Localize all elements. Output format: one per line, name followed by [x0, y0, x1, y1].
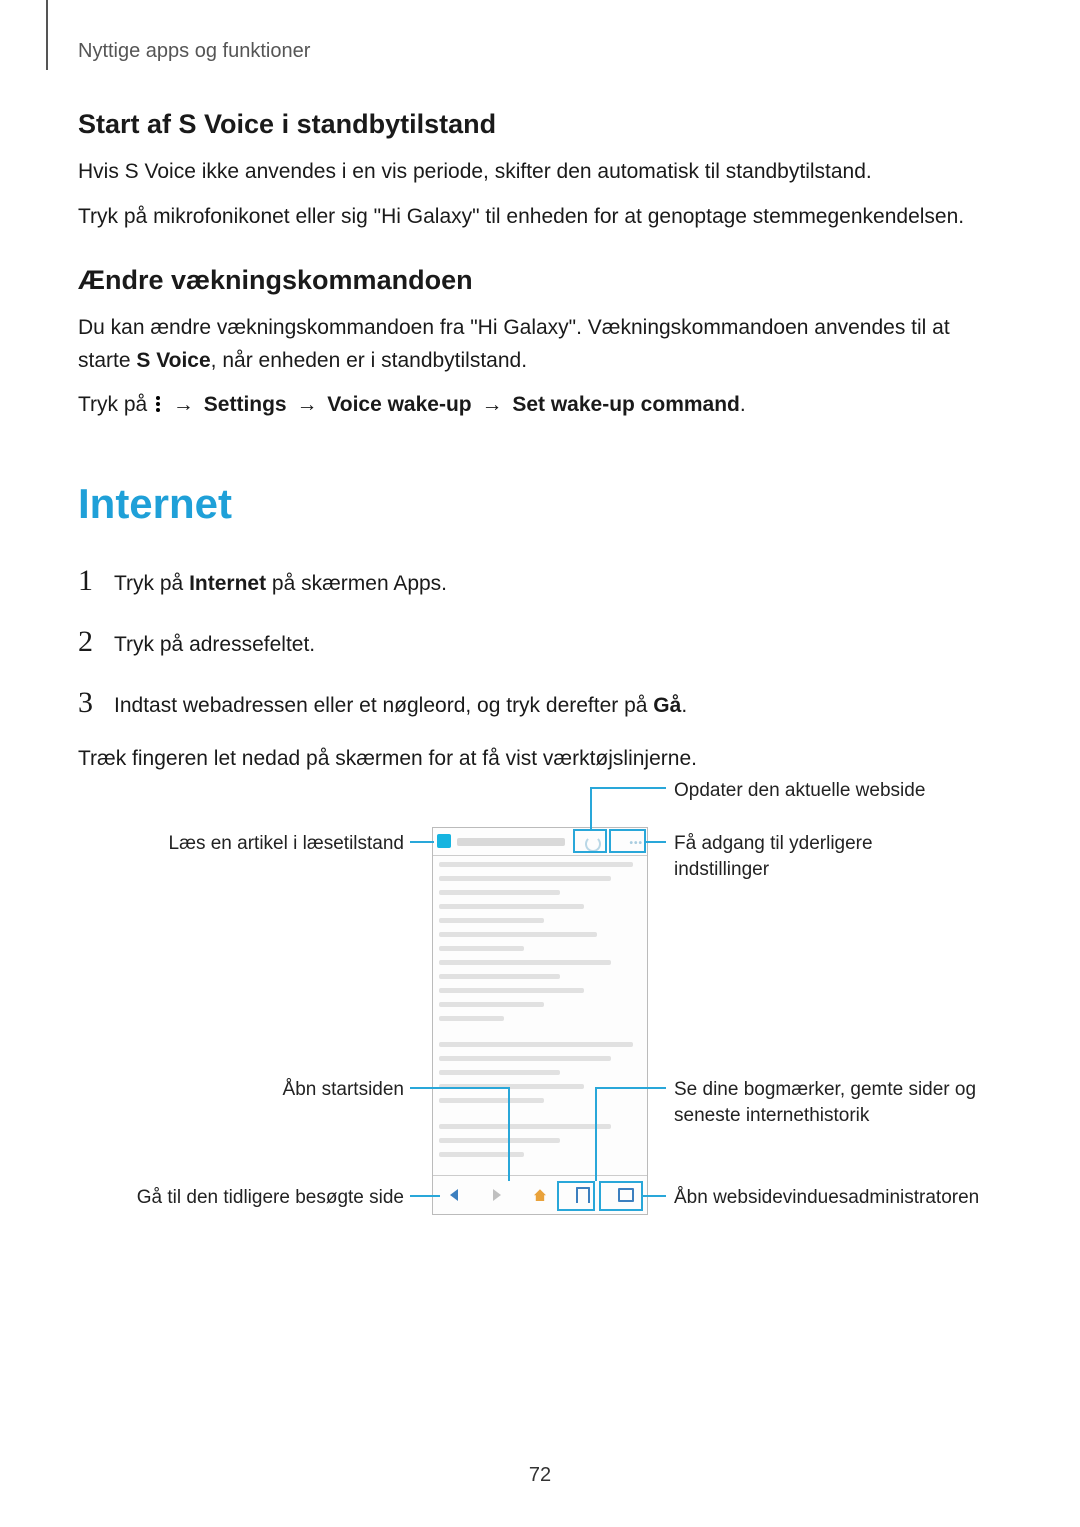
wake-tap-prefix: Tryk på — [78, 393, 153, 416]
step-3-pre: Indtast webadressen eller et nøgleord, o… — [114, 694, 653, 717]
wake-tap-line: Tryk på → Settings → Voice wake-up → Set… — [78, 389, 1002, 424]
nav-back-icon[interactable] — [446, 1187, 462, 1203]
arrow-3: → — [477, 393, 506, 416]
wake-p1-b: , når enheden er i standbytilstand. — [211, 349, 527, 372]
heading-internet: Internet — [78, 480, 1002, 528]
lead-reader-h — [410, 841, 434, 843]
lead-refresh-v — [590, 787, 592, 829]
step-3-bold: Gå — [653, 694, 681, 717]
margin-rule — [46, 0, 48, 70]
heading-wake: Ændre vækningskommandoen — [78, 265, 1002, 296]
arrow-1: → — [169, 393, 198, 416]
browser-figure: ••• — [78, 787, 1008, 1267]
step-2-num: 2 — [78, 619, 94, 664]
cap-bookmarks: Se dine bogmærker, gemte sider og senest… — [674, 1077, 994, 1128]
step-1-post: på skærmen Apps. — [266, 572, 447, 595]
reader-mode-icon[interactable] — [437, 834, 451, 848]
step-3: 3 Indtast webadressen eller et nøgleord,… — [78, 680, 1002, 725]
lead-more-h — [646, 841, 666, 843]
address-text-blur — [457, 838, 565, 846]
lead-back-h — [410, 1195, 440, 1197]
page-content-blur — [439, 862, 641, 1166]
standby-p2: Tryk på mikrofonikonet eller sig "Hi Gal… — [78, 201, 1002, 234]
wake-settings: Settings — [204, 393, 287, 416]
step-1-num: 1 — [78, 558, 94, 603]
browser-mock: ••• — [432, 827, 648, 1215]
step-1-pre: Tryk på — [114, 572, 189, 595]
wake-p1: Du kan ændre vækningskommandoen fra "Hi … — [78, 312, 1002, 377]
wake-p1-bold: S Voice — [136, 349, 210, 372]
heading-standby: Start af S Voice i standbytilstand — [78, 109, 1002, 140]
step-1: 1 Tryk på Internet på skærmen Apps. — [78, 558, 1002, 603]
cap-more: Få adgang til yderligere indstillinger — [674, 831, 934, 882]
standby-p1: Hvis S Voice ikke anvendes i en vis peri… — [78, 156, 1002, 189]
breadcrumb: Nyttige apps og funktioner — [78, 40, 1002, 63]
hi-more — [609, 829, 646, 853]
lead-book-v — [595, 1087, 597, 1181]
hi-refresh — [573, 829, 607, 853]
internet-steps: 1 Tryk på Internet på skærmen Apps. 2 Tr… — [78, 558, 1002, 725]
lead-home-h1 — [410, 1087, 434, 1089]
arrow-2: → — [292, 393, 321, 416]
wake-period: . — [740, 393, 746, 416]
internet-tip: Træk fingeren let nedad på skærmen for a… — [78, 743, 1002, 776]
step-3-post: . — [681, 694, 687, 717]
step-2-pre: Tryk på adressefeltet. — [114, 629, 315, 661]
nav-home-icon[interactable] — [532, 1187, 548, 1203]
cap-back: Gå til den tidligere besøgte side — [98, 1185, 404, 1211]
more-options-icon — [153, 391, 163, 424]
step-1-bold: Internet — [189, 572, 266, 595]
wake-voice: Voice wake-up — [327, 393, 471, 416]
hi-tabs — [599, 1181, 643, 1211]
cap-reader: Læs en artikel i læsetilstand — [98, 831, 404, 857]
lead-refresh-h — [590, 787, 666, 789]
nav-forward-icon[interactable] — [489, 1187, 505, 1203]
lead-book-h1 — [595, 1087, 666, 1089]
step-3-num: 3 — [78, 680, 94, 725]
wake-setcmd: Set wake-up command — [512, 393, 740, 416]
cap-refresh: Opdater den aktuelle webside — [674, 778, 925, 804]
cap-tabs: Åbn websidevinduesadministratoren — [674, 1185, 1004, 1211]
cap-home: Åbn startsiden — [98, 1077, 404, 1103]
hi-bookmarks — [557, 1181, 595, 1211]
step-2: 2 Tryk på adressefeltet. — [78, 619, 1002, 664]
page-number: 72 — [0, 1464, 1080, 1487]
lead-tabs-h — [643, 1195, 666, 1197]
lead-home-h2 — [434, 1087, 508, 1089]
lead-home-v — [508, 1087, 510, 1181]
